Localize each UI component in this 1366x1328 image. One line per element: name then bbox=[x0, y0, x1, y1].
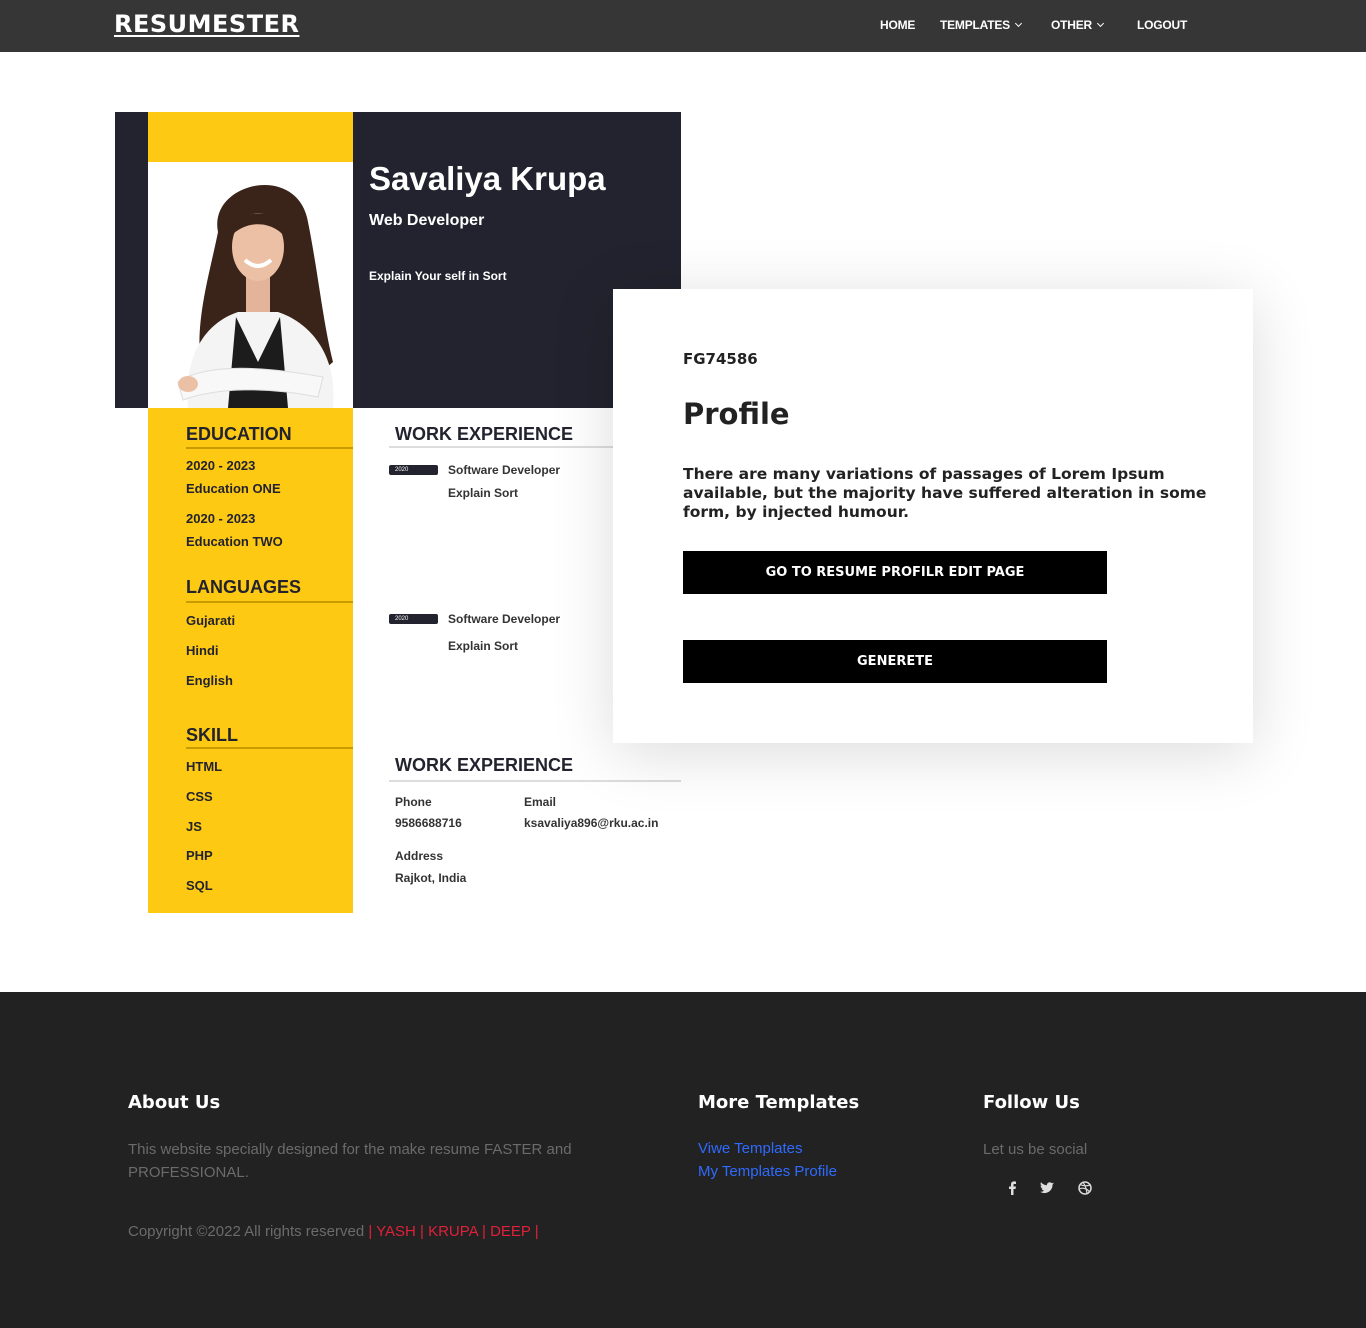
languages-divider bbox=[186, 601, 353, 603]
education-name: Education ONE bbox=[186, 481, 281, 496]
resume-about: Explain Your self in Sort bbox=[369, 269, 507, 283]
about-heading: About Us bbox=[128, 1092, 221, 1113]
address-label: Address bbox=[395, 849, 444, 863]
resume-name: Savaliya Krupa bbox=[369, 160, 606, 197]
work-experience-heading: WORK EXPERIENCE bbox=[395, 424, 574, 444]
nav-templates[interactable]: TEMPLATES bbox=[940, 18, 1023, 32]
education-heading: EDUCATION bbox=[186, 424, 292, 444]
nav-other-label: OTHER bbox=[1051, 18, 1093, 32]
skill-item: HTML bbox=[186, 759, 223, 774]
follow-text: Let us be social bbox=[983, 1141, 1088, 1158]
resume-job-title: Web Developer bbox=[369, 212, 485, 229]
contact-heading: WORK EXPERIENCE bbox=[395, 755, 574, 775]
work-role: Software Developer bbox=[448, 612, 561, 626]
nav-templates-label: TEMPLATES bbox=[940, 18, 1010, 32]
skill-heading: SKILL bbox=[186, 725, 238, 745]
nav-other[interactable]: OTHER bbox=[1051, 18, 1105, 32]
edit-profile-button[interactable]: GO TO RESUME PROFILR EDIT PAGE bbox=[683, 551, 1107, 594]
footer: About Us This website specially designed… bbox=[0, 992, 1366, 1328]
profile-description: There are many variations of passages of… bbox=[683, 465, 1207, 521]
nav-logout[interactable]: LOGOUT bbox=[1137, 18, 1187, 32]
language-item: Gujarati bbox=[186, 613, 236, 628]
top-navbar: RESUMESTER HOME TEMPLATES OTHER LOGOUT bbox=[0, 0, 1366, 52]
phone-value: 9586688716 bbox=[395, 816, 462, 830]
work-role: Software Developer bbox=[448, 463, 561, 477]
nav-home-label: HOME bbox=[880, 18, 916, 32]
copyright: Copyright ©2022 All rights reserved | YA… bbox=[128, 1220, 539, 1243]
education-years: 2020 - 2023 bbox=[186, 458, 256, 473]
work-desc: Explain Sort bbox=[448, 486, 519, 500]
work-desc: Explain Sort bbox=[448, 639, 519, 653]
profile-code: FG74586 bbox=[683, 350, 758, 368]
work-year-badge: 2020 bbox=[389, 614, 438, 624]
nav-home[interactable]: HOME bbox=[880, 18, 915, 32]
contact-divider bbox=[389, 780, 681, 782]
profile-heading: Profile bbox=[683, 397, 790, 431]
profile-card: FG74586 Profile There are many variation… bbox=[613, 289, 1253, 743]
resume-accent-top bbox=[148, 112, 353, 162]
education-name: Education TWO bbox=[186, 534, 283, 549]
copyright-text: Copyright ©2022 All rights reserved bbox=[128, 1223, 365, 1240]
language-item: English bbox=[186, 673, 233, 688]
my-templates-profile-link[interactable]: My Templates Profile bbox=[698, 1163, 837, 1180]
dribbble-icon[interactable] bbox=[1077, 1180, 1093, 1196]
about-text: This website specially designed for the … bbox=[128, 1141, 572, 1181]
languages-heading: LANGUAGES bbox=[186, 577, 302, 597]
skill-item: CSS bbox=[186, 789, 213, 804]
education-years: 2020 - 2023 bbox=[186, 511, 256, 526]
skill-divider bbox=[186, 747, 353, 749]
phone-label: Phone bbox=[395, 795, 432, 809]
skill-item: SQL bbox=[186, 878, 213, 893]
view-templates-link[interactable]: Viwe Templates bbox=[698, 1140, 803, 1157]
facebook-icon[interactable] bbox=[1004, 1180, 1020, 1196]
language-item: Hindi bbox=[186, 643, 219, 658]
generate-button[interactable]: GENERETE bbox=[683, 640, 1107, 683]
chevron-down-icon bbox=[1096, 19, 1105, 27]
email-label: Email bbox=[524, 795, 557, 809]
skill-item: PHP bbox=[186, 848, 213, 863]
credits-text: | YASH | KRUPA | DEEP | bbox=[364, 1223, 539, 1240]
nav-logout-label: LOGOUT bbox=[1137, 18, 1188, 32]
more-templates-heading: More Templates bbox=[698, 1092, 860, 1113]
skill-item: JS bbox=[186, 819, 202, 834]
brand-logo[interactable]: RESUMESTER bbox=[114, 10, 299, 38]
address-value: Rajkot, India bbox=[395, 871, 467, 885]
follow-us-heading: Follow Us bbox=[983, 1092, 1080, 1113]
profile-photo bbox=[148, 162, 353, 408]
work-year-badge: 2020 bbox=[389, 465, 438, 475]
education-divider bbox=[186, 447, 353, 449]
twitter-icon[interactable] bbox=[1039, 1180, 1055, 1196]
email-value: ksavaliya896@rku.ac.in bbox=[524, 816, 659, 830]
chevron-down-icon bbox=[1014, 19, 1023, 27]
